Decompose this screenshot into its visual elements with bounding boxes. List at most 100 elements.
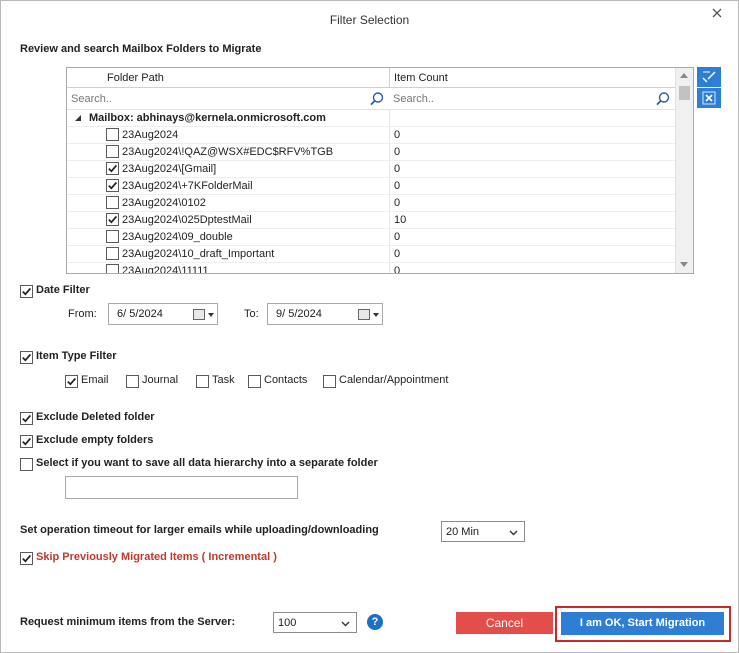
title-bar: Filter Selection: [1, 1, 738, 37]
calendar-label: Calendar/Appointment: [339, 374, 449, 386]
start-migration-button[interactable]: I am OK, Start Migration: [561, 612, 724, 635]
item-count: 0: [394, 163, 401, 175]
grid-scrollbar[interactable]: [675, 68, 693, 273]
email-checkbox[interactable]: [65, 375, 78, 388]
grid-search-row: [67, 88, 675, 110]
filter-selection-dialog: Filter Selection Review and search Mailb…: [0, 0, 739, 653]
from-date-picker[interactable]: 6/ 5/2024: [108, 303, 218, 325]
scroll-up-icon[interactable]: [680, 73, 688, 78]
item-count: 10: [394, 214, 407, 226]
mailbox-label: Mailbox: abhinays@kernela.onmicrosoft.co…: [89, 112, 326, 124]
grid-header: Folder Path Item Count: [67, 68, 675, 88]
folder-grid: Folder Path Item Count Mailbox: abhinays…: [66, 67, 694, 274]
dialog-title: Filter Selection: [329, 13, 410, 27]
folder-name: 23Aug2024\!QAZ@WSX#EDC$RFV%TGB: [122, 146, 334, 158]
folder-name: 23Aug2024\025DptestMail: [122, 214, 252, 226]
help-icon[interactable]: ?: [367, 614, 383, 630]
item-count: 0: [394, 265, 401, 274]
cancel-button[interactable]: Cancel: [456, 612, 553, 634]
exclude-deleted-checkbox[interactable]: [20, 412, 33, 425]
chevron-down-icon[interactable]: [341, 619, 350, 628]
folder-name: 23Aug2024\11111: [122, 265, 209, 274]
folder-name: 23Aug2024: [122, 129, 179, 141]
folder-checkbox[interactable]: [106, 128, 119, 141]
folder-search-input[interactable]: [71, 90, 367, 108]
save-hierarchy-checkbox[interactable]: [20, 458, 33, 471]
save-hierarchy-label: Select if you want to save all data hier…: [36, 457, 378, 469]
item-type-filter-checkbox[interactable]: [20, 351, 33, 364]
date-filter-label: Date Filter: [36, 284, 90, 296]
request-min-label: Request minimum items from the Server:: [20, 616, 236, 628]
chevron-down-icon[interactable]: [208, 313, 214, 317]
count-search-input[interactable]: [393, 90, 655, 108]
from-date-value: 6/ 5/2024: [117, 308, 163, 320]
to-date-picker[interactable]: 9/ 5/2024: [267, 303, 383, 325]
item-count: 0: [394, 129, 401, 141]
table-row[interactable]: 23Aug2024\09_double 0: [67, 229, 675, 246]
timeout-select[interactable]: 20 Min: [441, 521, 525, 542]
scroll-down-icon[interactable]: [680, 262, 688, 267]
to-label: To:: [244, 308, 259, 320]
folder-name: 23Aug2024\10_draft_Important: [122, 248, 275, 260]
search-icon[interactable]: [655, 91, 671, 107]
table-row[interactable]: 23Aug2024\10_draft_Important 0: [67, 246, 675, 263]
contacts-label: Contacts: [264, 374, 308, 386]
column-separator: [389, 68, 390, 87]
calendar-icon[interactable]: [358, 309, 370, 320]
folder-name: 23Aug2024\09_double: [122, 231, 233, 243]
journal-checkbox[interactable]: [126, 375, 139, 388]
incremental-label: Skip Previously Migrated Items ( Increme…: [36, 551, 277, 563]
item-count: 0: [394, 248, 401, 260]
table-row[interactable]: 23Aug2024\025DptestMail 10: [67, 212, 675, 229]
folder-checkbox-checked[interactable]: [106, 162, 119, 175]
exclude-empty-label: Exclude empty folders: [36, 434, 154, 446]
calendar-icon[interactable]: [193, 309, 205, 320]
expand-triangle-icon[interactable]: [74, 114, 82, 122]
item-count: 0: [394, 180, 401, 192]
column-header-folder-path[interactable]: Folder Path: [107, 68, 164, 88]
date-filter-checkbox[interactable]: [20, 285, 33, 298]
folder-name: 23Aug2024\0102: [122, 197, 206, 209]
folder-checkbox[interactable]: [106, 230, 119, 243]
exclude-deleted-label: Exclude Deleted folder: [36, 411, 155, 423]
folder-name: 23Aug2024\+7KFolderMail: [122, 180, 253, 192]
table-row[interactable]: 23Aug2024 0: [67, 127, 675, 144]
from-label: From:: [68, 308, 97, 320]
close-icon[interactable]: [710, 6, 724, 20]
folder-checkbox[interactable]: [106, 247, 119, 260]
folder-checkbox[interactable]: [106, 264, 119, 273]
folder-checkbox-checked[interactable]: [106, 179, 119, 192]
search-icon[interactable]: [369, 91, 385, 107]
incremental-checkbox[interactable]: [20, 552, 33, 565]
table-row[interactable]: 23Aug2024\+7KFolderMail 0: [67, 178, 675, 195]
chevron-down-icon[interactable]: [373, 313, 379, 317]
folder-checkbox-checked[interactable]: [106, 213, 119, 226]
item-count: 0: [394, 146, 401, 158]
scroll-thumb[interactable]: [679, 86, 690, 100]
item-count: 0: [394, 231, 401, 243]
calendar-checkbox[interactable]: [323, 375, 336, 388]
table-row[interactable]: 23Aug2024\[Gmail] 0: [67, 161, 675, 178]
item-type-filter-label: Item Type Filter: [36, 350, 117, 362]
item-count: 0: [394, 197, 401, 209]
timeout-label: Set operation timeout for larger emails …: [20, 524, 379, 536]
review-title: Review and search Mailbox Folders to Mig…: [20, 43, 262, 55]
to-date-value: 9/ 5/2024: [276, 308, 322, 320]
table-row[interactable]: 23Aug2024\!QAZ@WSX#EDC$RFV%TGB 0: [67, 144, 675, 161]
chevron-down-icon[interactable]: [509, 528, 518, 537]
folder-name: 23Aug2024\[Gmail]: [122, 163, 217, 175]
exclude-empty-checkbox[interactable]: [20, 435, 33, 448]
request-min-value: 100: [278, 617, 297, 629]
clear-all-button[interactable]: [697, 88, 721, 108]
mailbox-row[interactable]: Mailbox: abhinays@kernela.onmicrosoft.co…: [67, 110, 675, 127]
table-row[interactable]: 23Aug2024\11111 0: [67, 263, 675, 274]
request-min-select[interactable]: 100: [273, 612, 357, 633]
table-row[interactable]: 23Aug2024\0102 0: [67, 195, 675, 212]
task-checkbox[interactable]: [196, 375, 209, 388]
folder-checkbox[interactable]: [106, 145, 119, 158]
folder-checkbox[interactable]: [106, 196, 119, 209]
contacts-checkbox[interactable]: [248, 375, 261, 388]
column-header-item-count[interactable]: Item Count: [394, 68, 448, 88]
hierarchy-folder-input[interactable]: [65, 476, 298, 499]
select-all-button[interactable]: [697, 67, 721, 87]
